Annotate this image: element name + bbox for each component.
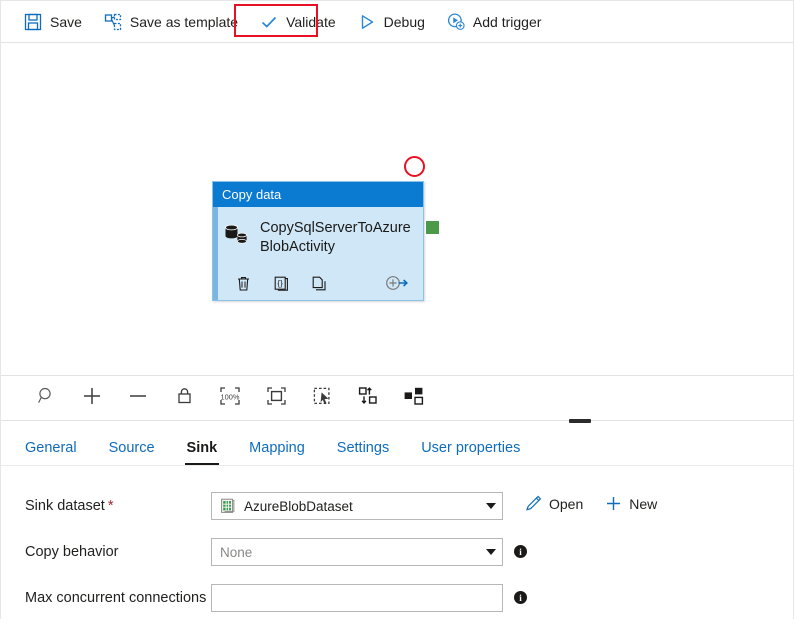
debug-button[interactable]: Debug xyxy=(349,7,434,37)
duplicate-icon[interactable] xyxy=(307,271,331,295)
add-trigger-button[interactable]: Add trigger xyxy=(438,7,550,37)
chevron-down-icon xyxy=(486,503,496,509)
max-concurrent-connections-row: Max concurrent connections i xyxy=(25,584,793,612)
open-dataset-button[interactable]: Open xyxy=(525,495,583,512)
zoom-in-button[interactable] xyxy=(69,381,115,415)
max-concurrent-connections-label: Max concurrent connections xyxy=(25,590,207,606)
add-trigger-button-label: Add trigger xyxy=(472,13,542,30)
open-dataset-label: Open xyxy=(549,495,584,512)
fit-to-screen-button[interactable] xyxy=(253,381,299,415)
command-toolbar: Save Save as template Validate Debug Add… xyxy=(1,1,793,43)
tab-sink-label: Sink xyxy=(186,440,218,456)
save-button-label: Save xyxy=(50,13,82,30)
max-concurrent-connections-input[interactable] xyxy=(211,584,503,612)
checkmark-icon xyxy=(260,13,278,31)
tab-sink[interactable]: Sink xyxy=(184,440,220,465)
info-icon[interactable]: i xyxy=(514,545,527,558)
new-dataset-button[interactable]: New xyxy=(605,495,657,512)
play-triangle-icon xyxy=(358,13,376,31)
auto-layout-icon xyxy=(403,386,425,411)
node-activity-name: CopySqlServerToAzureBlobActivity xyxy=(260,220,411,255)
node-action-bar: {} xyxy=(213,271,423,295)
save-as-template-button[interactable]: Save as template xyxy=(95,7,247,37)
zoom-100-icon: 100% xyxy=(219,386,241,411)
tab-mapping-label: Mapping xyxy=(249,440,305,456)
sink-dataset-row: Sink dataset * AzureBlobDataset Open New xyxy=(25,492,793,520)
copy-behavior-row: Copy behavior None i xyxy=(25,538,793,566)
node-header: Copy data xyxy=(213,182,423,207)
zoom-tool-button[interactable] xyxy=(23,381,69,415)
add-trigger-icon xyxy=(447,13,465,31)
svg-text:{}: {} xyxy=(277,279,283,288)
pipeline-canvas[interactable]: Copy data CopySqlServerToAzureBlobActivi… xyxy=(1,43,793,375)
save-as-template-icon xyxy=(104,13,122,31)
debug-button-label: Debug xyxy=(383,13,425,30)
tab-general[interactable]: General xyxy=(23,440,79,465)
tab-source[interactable]: Source xyxy=(107,440,157,465)
save-icon xyxy=(24,13,42,31)
tab-mapping[interactable]: Mapping xyxy=(247,440,307,465)
tab-settings[interactable]: Settings xyxy=(335,440,391,465)
chevron-down-icon xyxy=(486,549,496,555)
lock-canvas-button[interactable] xyxy=(161,381,207,415)
magnifier-icon xyxy=(37,386,56,410)
pencil-icon xyxy=(525,495,542,512)
sink-properties-form: Sink dataset * AzureBlobDataset Open New… xyxy=(1,466,793,630)
node-header-label: Copy data xyxy=(222,187,282,202)
new-dataset-label: New xyxy=(629,495,658,512)
auto-layout-button[interactable] xyxy=(391,381,437,415)
zoom-out-button[interactable] xyxy=(115,381,161,415)
adf-pipeline-editor: Save Save as template Validate Debug Add… xyxy=(0,0,794,630)
required-asterisk: * xyxy=(107,498,114,514)
select-region-icon xyxy=(312,386,333,411)
validate-button-label: Validate xyxy=(286,13,336,30)
add-output-arrow-icon[interactable] xyxy=(385,271,409,295)
tab-source-label: Source xyxy=(108,440,155,456)
tab-settings-label: Settings xyxy=(336,440,390,456)
code-braces-icon[interactable]: {} xyxy=(269,271,293,295)
copy-data-database-icon xyxy=(222,219,252,249)
zoom-100-button[interactable]: 100% xyxy=(207,381,253,415)
copy-behavior-dropdown[interactable]: None xyxy=(211,538,503,566)
dataset-file-icon xyxy=(220,498,236,514)
canvas-toolbar: 100% xyxy=(1,375,793,423)
sink-dataset-label-text: Sink dataset xyxy=(25,498,105,514)
lock-icon xyxy=(175,386,194,410)
panel-splitter-handle[interactable] xyxy=(569,419,591,423)
fit-screen-icon xyxy=(266,386,287,411)
sink-dataset-label: Sink dataset * xyxy=(25,492,211,517)
info-icon[interactable]: i xyxy=(514,591,527,604)
save-button[interactable]: Save xyxy=(15,7,91,37)
save-as-template-label: Save as template xyxy=(129,13,239,30)
plus-icon xyxy=(82,386,102,411)
node-output-connector[interactable] xyxy=(425,220,440,235)
svg-text:100%: 100% xyxy=(221,392,240,401)
minus-icon xyxy=(128,386,148,411)
select-region-button[interactable] xyxy=(299,381,345,415)
node-circle-annotation xyxy=(404,156,425,177)
activity-properties-tabs: General Source Sink Mapping Settings Use… xyxy=(1,421,793,466)
trash-icon[interactable] xyxy=(231,271,255,295)
auto-align-icon xyxy=(358,386,379,411)
sink-dataset-value: AzureBlobDataset xyxy=(244,498,353,514)
tab-general-label: General xyxy=(25,440,77,456)
plus-icon xyxy=(605,495,622,512)
node-body: CopySqlServerToAzureBlobActivity xyxy=(213,207,423,256)
sink-dataset-dropdown[interactable]: AzureBlobDataset xyxy=(211,492,503,520)
copy-data-activity-node[interactable]: Copy data CopySqlServerToAzureBlobActivi… xyxy=(212,181,424,301)
copy-behavior-label: Copy behavior xyxy=(25,544,119,560)
auto-align-button[interactable] xyxy=(345,381,391,415)
tab-user-properties[interactable]: User properties xyxy=(419,440,522,465)
copy-behavior-value: None xyxy=(220,544,253,560)
tab-user-properties-label: User properties xyxy=(421,440,521,456)
validate-button[interactable]: Validate xyxy=(251,7,345,37)
